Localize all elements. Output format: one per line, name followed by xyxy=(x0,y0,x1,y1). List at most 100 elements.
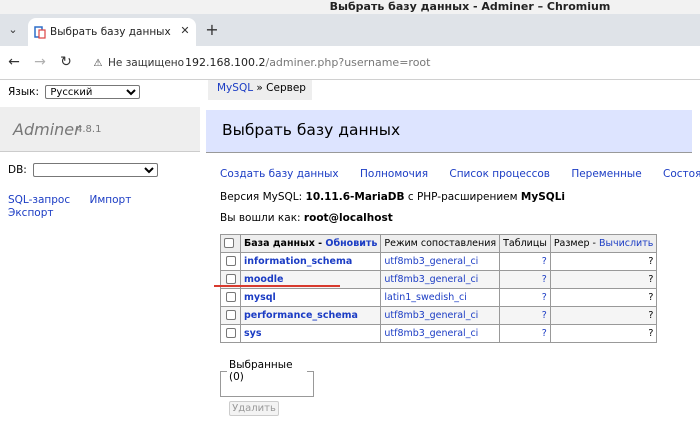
collation-cell: utf8mb3_general_ci xyxy=(380,306,501,325)
table-header-row: База данных - Обновить Режим сопоставлен… xyxy=(220,234,658,253)
import-link[interactable]: Импорт xyxy=(89,194,131,207)
db-label: DB: xyxy=(8,164,27,176)
tab-list-chevron-icon[interactable]: ⌄ xyxy=(6,23,20,37)
browser-tab[interactable]: Выбрать базу данных - Adminer ✕ xyxy=(28,18,196,46)
breadcrumb: MySQL » Сервер xyxy=(208,80,312,100)
login-info: Вы вошли как: root@localhost xyxy=(220,212,393,225)
reload-icon[interactable]: ↻ xyxy=(58,54,74,70)
new-tab-plus-icon[interactable]: + xyxy=(204,22,220,38)
tables-count-cell: ? xyxy=(499,324,551,343)
variables-link[interactable]: Переменные xyxy=(571,168,641,180)
tables-count-cell: ? xyxy=(499,252,551,271)
row-checkbox-cell xyxy=(220,324,241,343)
db-select[interactable] xyxy=(33,163,159,177)
server-links: Создать базу данных Полномочия Список пр… xyxy=(220,168,700,181)
database-column-header: База данных - Обновить xyxy=(239,234,382,253)
version-ext: MySQLi xyxy=(520,191,565,203)
adminer-version: 4.8.1 xyxy=(76,124,102,135)
selected-fieldset: Выбранные (0) Удалить xyxy=(220,359,314,416)
database-link[interactable]: information_schema xyxy=(244,256,352,267)
page-title: Выбрать базу данных xyxy=(222,121,401,139)
tables-column-header: Таблицы xyxy=(499,234,551,253)
processlist-link[interactable]: Список процессов xyxy=(449,168,550,180)
sql-command-link[interactable]: SQL-запрос xyxy=(8,194,70,207)
login-prefix: Вы вошли как: xyxy=(220,212,304,224)
tables-count-link[interactable]: ? xyxy=(542,274,547,285)
database-link[interactable]: moodle xyxy=(244,274,283,285)
compute-link[interactable]: Вычислить xyxy=(599,238,653,249)
database-header-label: База данных xyxy=(244,237,315,249)
collation-cell: utf8mb3_general_ci xyxy=(380,324,501,343)
status-link[interactable]: Состояние xyxy=(663,168,700,180)
database-link[interactable]: performance_schema xyxy=(244,310,358,321)
header-separator: - xyxy=(589,237,599,249)
collation-cell: utf8mb3_general_ci xyxy=(380,270,501,289)
collation-link[interactable]: latin1_swedish_ci xyxy=(384,292,466,303)
select-all-cell xyxy=(220,234,241,253)
database-link[interactable]: sys xyxy=(244,328,262,339)
export-link[interactable]: Экспорт xyxy=(8,207,54,220)
collation-cell: latin1_swedish_ci xyxy=(380,288,501,307)
version-mid: с PHP-расширением xyxy=(404,191,521,203)
size-cell: ? xyxy=(549,306,658,325)
forward-arrow-icon[interactable]: → xyxy=(32,54,48,70)
refresh-link[interactable]: Обновить xyxy=(325,238,377,249)
database-name-cell: performance_schema xyxy=(239,306,382,325)
row-checkbox-cell xyxy=(220,306,241,325)
database-name-cell: information_schema xyxy=(239,252,382,271)
language-label: Язык: xyxy=(8,86,40,98)
version-prefix: Версия MySQL: xyxy=(220,191,306,203)
collation-link[interactable]: utf8mb3_general_ci xyxy=(384,310,478,321)
version-value: 10.11.6-MariaDB xyxy=(305,191,405,203)
url-field[interactable]: 192.168.100.2/adminer.php?username=root xyxy=(185,55,430,71)
security-indicator[interactable]: ⚠ Не защищено xyxy=(92,55,185,71)
database-link[interactable]: mysql xyxy=(244,292,276,303)
tables-count-link[interactable]: ? xyxy=(542,310,547,321)
collation-link[interactable]: utf8mb3_general_ci xyxy=(384,328,478,339)
mysql-version-info: Версия MySQL: 10.11.6-MariaDB с PHP-расш… xyxy=(220,191,565,204)
database-name-cell: mysql xyxy=(239,288,382,307)
row-checkbox[interactable] xyxy=(225,256,236,266)
tables-count-link[interactable]: ? xyxy=(542,256,547,267)
row-checkbox-cell xyxy=(220,288,241,307)
tables-count-cell: ? xyxy=(499,270,551,289)
row-checkbox-cell xyxy=(220,252,241,271)
tab-close-icon[interactable]: ✕ xyxy=(178,24,192,38)
db-form: DB: xyxy=(8,163,159,177)
collation-link[interactable]: utf8mb3_general_ci xyxy=(384,256,478,267)
language-select[interactable]: Русский xyxy=(45,85,141,99)
collation-cell: utf8mb3_general_ci xyxy=(380,252,501,271)
size-cell: ? xyxy=(549,288,658,307)
row-checkbox[interactable] xyxy=(225,274,236,284)
adminer-favicon-icon xyxy=(34,26,46,39)
adminer-logo-link[interactable]: Adminer xyxy=(13,121,81,139)
tab-strip: ⌄ Выбрать базу данных - Adminer ✕ + xyxy=(0,14,700,46)
login-value: root@localhost xyxy=(303,212,393,224)
window-titlebar: Выбрать базу данных - Adminer – Chromium xyxy=(0,0,700,14)
language-form: Язык: Русский xyxy=(8,85,141,99)
privileges-link[interactable]: Полномочия xyxy=(360,168,428,180)
tables-count-cell: ? xyxy=(499,288,551,307)
size-cell: ? xyxy=(549,252,658,271)
back-arrow-icon[interactable]: ← xyxy=(6,54,22,70)
selected-legend: Выбранные (0) xyxy=(229,359,293,383)
tables-count-link[interactable]: ? xyxy=(542,292,547,303)
breadcrumb-driver-link[interactable]: MySQL xyxy=(217,82,253,94)
content-header: Выбрать базу данных xyxy=(206,110,692,153)
row-checkbox[interactable] xyxy=(225,292,236,302)
tables-count-link[interactable]: ? xyxy=(542,328,547,339)
annotation-underline xyxy=(214,285,340,287)
warning-triangle-icon: ⚠ xyxy=(93,58,103,69)
tables-count-cell: ? xyxy=(499,306,551,325)
collation-link[interactable]: utf8mb3_general_ci xyxy=(384,274,478,285)
sidebar-links: SQL-запрос Импорт Экспорт xyxy=(8,194,147,220)
sidebar-header: Adminer 4.8.1 xyxy=(0,107,200,152)
row-checkbox[interactable] xyxy=(225,310,236,320)
table-row: performance_schema utf8mb3_general_ci ? … xyxy=(220,306,658,325)
create-database-link[interactable]: Создать базу данных xyxy=(220,168,339,180)
delete-button[interactable]: Удалить xyxy=(229,401,279,416)
security-label: Не защищено xyxy=(108,57,185,69)
row-checkbox[interactable] xyxy=(225,328,236,338)
select-all-checkbox[interactable] xyxy=(224,238,234,248)
collation-column-header: Режим сопоставления xyxy=(380,234,501,253)
